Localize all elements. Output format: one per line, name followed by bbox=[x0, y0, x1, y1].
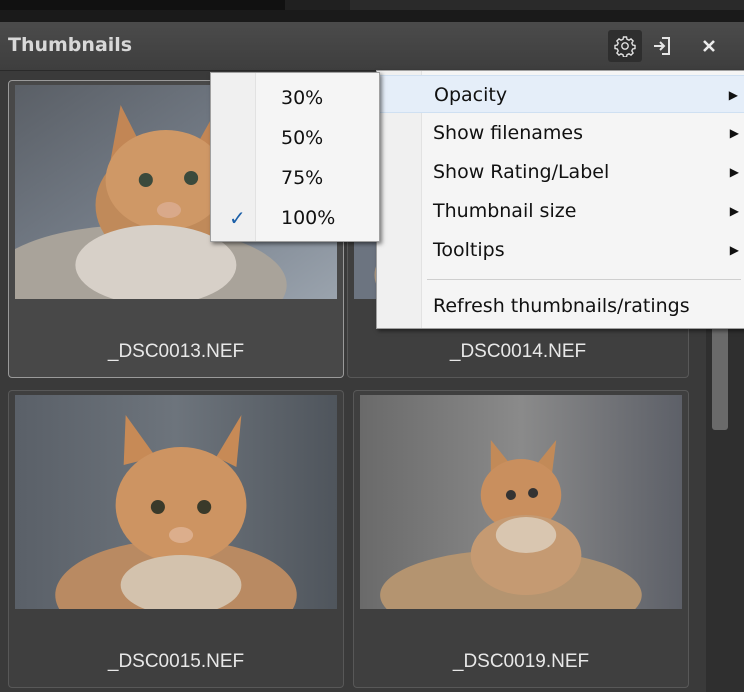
menu-item-opacity[interactable]: Opacity ▶ bbox=[377, 75, 744, 113]
menu-item-show-filenames[interactable]: Show filenames ▶ bbox=[377, 114, 744, 152]
thumbnail-filename: _DSC0014.NEF bbox=[449, 341, 587, 362]
menu-item-label: Tooltips bbox=[433, 239, 505, 261]
detach-button[interactable] bbox=[645, 30, 679, 62]
menu-item-label: Refresh thumbnails/ratings bbox=[433, 295, 690, 317]
checkmark-icon: ✓ bbox=[229, 206, 246, 230]
opacity-option-50[interactable]: 50% bbox=[211, 119, 379, 157]
settings-menu: Opacity ▶ Show filenames ▶ Show Rating/L… bbox=[376, 70, 744, 329]
menu-item-label: Thumbnail size bbox=[433, 200, 577, 222]
gear-icon bbox=[614, 36, 636, 57]
menu-item-label: 50% bbox=[281, 127, 324, 149]
thumbnail-filename: _DSC0013.NEF bbox=[107, 341, 245, 362]
thumbnail-item[interactable]: _DSC0019.NEF bbox=[353, 390, 689, 688]
opacity-option-30[interactable]: 30% bbox=[211, 79, 379, 117]
detach-icon bbox=[654, 37, 670, 55]
thumbnail-item[interactable]: _DSC0015.NEF bbox=[8, 390, 344, 688]
close-icon bbox=[703, 40, 715, 52]
menu-separator bbox=[427, 279, 741, 280]
submenu-arrow-icon: ▶ bbox=[729, 243, 739, 257]
thumbnail-filename: _DSC0019.NEF bbox=[452, 651, 590, 672]
menu-item-thumbnail-size[interactable]: Thumbnail size ▶ bbox=[377, 192, 744, 230]
menu-item-label: 100% bbox=[281, 207, 336, 229]
close-button[interactable] bbox=[692, 30, 726, 62]
menu-item-refresh-thumbnails[interactable]: Refresh thumbnails/ratings bbox=[377, 287, 744, 325]
menu-item-label: Show filenames bbox=[433, 122, 584, 144]
submenu-arrow-icon: ▶ bbox=[729, 126, 739, 140]
opacity-option-75[interactable]: 75% bbox=[211, 159, 379, 197]
submenu-arrow-icon: ▶ bbox=[728, 88, 738, 102]
menu-item-label: 30% bbox=[281, 87, 324, 109]
menu-item-label: Opacity bbox=[434, 84, 508, 106]
menu-item-label: Show Rating/Label bbox=[433, 161, 610, 183]
menu-item-label: 75% bbox=[281, 167, 324, 189]
menu-item-show-rating-label[interactable]: Show Rating/Label ▶ bbox=[377, 153, 744, 191]
menu-item-tooltips[interactable]: Tooltips ▶ bbox=[377, 231, 744, 269]
submenu-arrow-icon: ▶ bbox=[729, 204, 739, 218]
opacity-option-100[interactable]: ✓ 100% bbox=[211, 199, 379, 237]
submenu-arrow-icon: ▶ bbox=[729, 165, 739, 179]
cat-photo bbox=[15, 395, 337, 609]
settings-button[interactable] bbox=[608, 30, 642, 62]
opacity-submenu: 30% 50% 75% ✓ 100% bbox=[210, 72, 380, 242]
top-strip-right bbox=[350, 0, 744, 10]
panel-title: Thumbnails bbox=[8, 34, 133, 56]
panel-header: Thumbnails bbox=[0, 22, 744, 71]
top-strip-left bbox=[0, 0, 285, 10]
top-strip bbox=[0, 0, 744, 10]
thumbnail-filename: _DSC0015.NEF bbox=[107, 651, 245, 672]
cat-photo bbox=[360, 395, 682, 609]
